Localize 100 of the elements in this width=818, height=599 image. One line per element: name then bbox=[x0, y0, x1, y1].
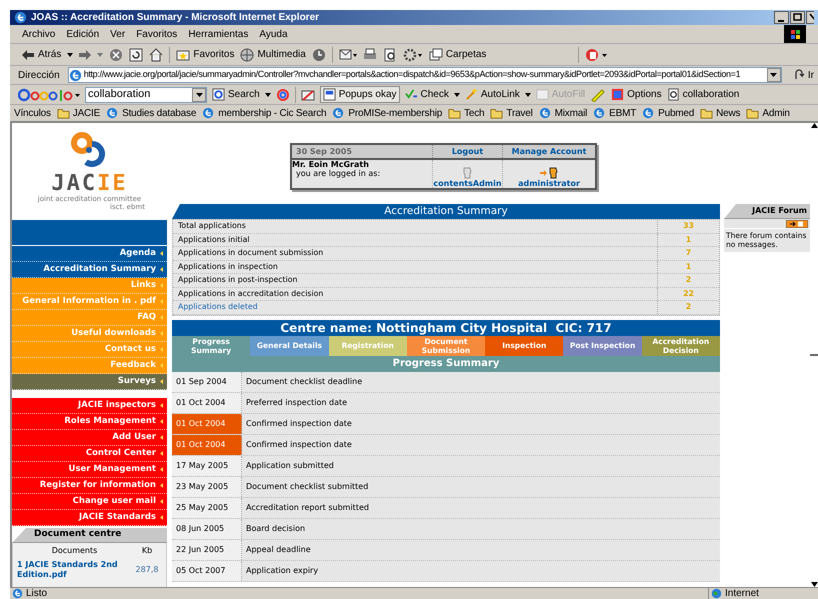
folders-icon bbox=[428, 48, 443, 62]
scroll-thumb[interactable] bbox=[810, 354, 818, 356]
toolbar-button[interactable]: Favoritos bbox=[176, 47, 234, 62]
toolbar-button[interactable]: Popups okay bbox=[320, 86, 400, 103]
document-link[interactable]: 1 JACIE Standards 2nd Edition.pdf bbox=[17, 560, 132, 580]
toolbar-button[interactable]: collaboration bbox=[666, 87, 740, 102]
table-cell-text: Appeal deadline bbox=[245, 544, 312, 556]
folder-icon bbox=[490, 107, 504, 119]
address-label: Dirección bbox=[17, 68, 61, 82]
toolbar-button[interactable]: AutoLink bbox=[464, 87, 520, 102]
print-icon[interactable] bbox=[362, 48, 377, 62]
maximize-button[interactable] bbox=[790, 11, 805, 24]
dropdown-caret-icon[interactable] bbox=[454, 92, 460, 96]
status-text: you are logged in as: bbox=[295, 169, 382, 178]
minimize-button[interactable] bbox=[774, 11, 789, 24]
bookmark-link[interactable]: News bbox=[700, 106, 740, 120]
manage-account-link[interactable]: Manage Account bbox=[502, 145, 595, 158]
sidebar-link[interactable]: Accreditation Summary bbox=[12, 262, 167, 278]
mail-icon[interactable] bbox=[338, 48, 357, 62]
table-cell-text: Confirmed inspection date bbox=[245, 438, 353, 451]
arrow-left-icon bbox=[160, 483, 163, 488]
toolbar-button[interactable]: Carpetas bbox=[428, 47, 486, 62]
bookmark-link[interactable]: EBMT bbox=[593, 106, 636, 120]
blocker-icon[interactable] bbox=[300, 88, 315, 102]
bookmark-link[interactable]: Admin bbox=[746, 106, 790, 120]
bookmark-link[interactable]: Travel bbox=[490, 106, 533, 120]
date-cell: 25 May 2005 bbox=[172, 498, 242, 518]
swirl-icon[interactable] bbox=[276, 88, 290, 102]
dropdown-button[interactable] bbox=[192, 88, 206, 102]
sidebar-link[interactable]: Change user mail bbox=[12, 494, 167, 510]
search-field[interactable]: collaboration bbox=[85, 86, 207, 102]
flag-logo-icon bbox=[784, 25, 806, 43]
highlighter-icon[interactable] bbox=[590, 88, 606, 102]
table-cell-text: 287,8 bbox=[134, 564, 160, 576]
date-cell: 01 Oct 2004 bbox=[172, 414, 242, 434]
menu-item[interactable]: Ayuda bbox=[259, 26, 288, 42]
dropdown-caret-icon[interactable] bbox=[264, 92, 271, 96]
sidebar-link[interactable]: Surveys bbox=[12, 374, 167, 390]
bookmark-link[interactable]: Tech bbox=[448, 106, 484, 120]
back-button[interactable]: Atrás bbox=[22, 47, 62, 62]
dropdown-caret-icon[interactable] bbox=[524, 92, 531, 96]
folder-icon bbox=[700, 107, 714, 119]
google-logo[interactable] bbox=[18, 88, 80, 102]
stop-icon[interactable] bbox=[109, 48, 124, 62]
page-icon bbox=[68, 68, 82, 82]
caret-icon bbox=[770, 73, 778, 77]
role-link[interactable]: administrator bbox=[502, 160, 595, 188]
bookmark-link[interactable]: Studies database bbox=[106, 106, 196, 120]
sidebar-link[interactable]: Control Center bbox=[12, 446, 167, 462]
menu-item[interactable]: Herramientas bbox=[188, 26, 248, 42]
sidebar-link[interactable]: Roles Management bbox=[12, 414, 167, 430]
user-name: Mr. Eoin McGrath bbox=[292, 160, 370, 169]
print-preview-icon[interactable] bbox=[382, 48, 397, 62]
form-icon bbox=[536, 88, 549, 101]
bookmark-link[interactable]: Pubmed bbox=[642, 106, 694, 120]
forward-arrow-icon[interactable] bbox=[79, 50, 92, 60]
menu-item[interactable]: Ver bbox=[110, 26, 126, 42]
menu-item[interactable]: Favoritos bbox=[136, 26, 178, 42]
panel-header: JACIE Forum bbox=[724, 204, 810, 219]
menu-item[interactable]: Archivo bbox=[22, 26, 56, 42]
address-field[interactable]: http://www.jacie.org/portal/jacie/summaryadmin/Controller?mvchandler=portals&action=dispatch&id=9653&pAction=show-summary&idPortlet=2093&idPortal=portal01&idSection=1 bbox=[68, 67, 782, 83]
table-cell-text: Confirmed inspection date bbox=[245, 418, 353, 430]
arrow-left-icon bbox=[160, 267, 163, 272]
person-head-icon bbox=[463, 167, 472, 179]
sidebar-link[interactable]: JACIE inspectors bbox=[12, 398, 167, 414]
date-cell: 01 Sep 2004 bbox=[172, 372, 242, 392]
dropdown-button[interactable] bbox=[766, 68, 781, 82]
sidebar-link[interactable]: Register for information bbox=[12, 478, 167, 494]
toolbar-button[interactable]: Multimedia bbox=[240, 47, 306, 62]
toolbar-button[interactable]: Options bbox=[611, 87, 662, 102]
bookmark-link[interactable]: Mixmail bbox=[538, 106, 588, 120]
star-folder-icon bbox=[176, 48, 190, 62]
menu-item[interactable]: Edición bbox=[66, 26, 100, 42]
gear-icon[interactable] bbox=[402, 48, 423, 62]
folder-icon bbox=[746, 107, 760, 119]
date-cell: 01 Oct 2004 bbox=[172, 434, 242, 454]
sidebar-link[interactable]: Agenda bbox=[12, 246, 167, 262]
centre-title: Centre name: Nottingham City Hospital CIC: 717 bbox=[172, 320, 720, 336]
history-icon[interactable] bbox=[312, 48, 326, 62]
go-button[interactable]: Ir bbox=[794, 68, 814, 82]
arrow-left-icon bbox=[160, 419, 163, 424]
logout-link[interactable]: Logout bbox=[432, 145, 502, 158]
dropdown-caret-icon[interactable] bbox=[67, 52, 74, 56]
messenger-icon[interactable] bbox=[585, 48, 610, 62]
page-icon bbox=[642, 107, 656, 119]
sidebar-link[interactable]: JACIE Standards bbox=[12, 510, 167, 526]
close-button[interactable] bbox=[806, 11, 814, 24]
bookmark-link[interactable]: ProMISe-membership bbox=[332, 106, 442, 120]
toolbar-button[interactable]: Check bbox=[404, 87, 449, 102]
bookmark-link[interactable]: JACIE bbox=[56, 106, 100, 120]
new-post-icon[interactable] bbox=[786, 220, 808, 228]
sidebar-link[interactable]: Add User bbox=[12, 430, 167, 446]
arrow-left-icon bbox=[160, 363, 163, 368]
home-icon[interactable] bbox=[149, 48, 164, 62]
sidebar-link[interactable]: User Management bbox=[12, 462, 167, 478]
refresh-icon[interactable] bbox=[129, 48, 144, 62]
role-link[interactable]: contentsAdmin bbox=[432, 160, 502, 188]
bookmark-link[interactable]: membership - Cic Search bbox=[202, 106, 326, 120]
window-title: JOAS :: Accreditation Summary - Microsoft Internet Explorer bbox=[31, 11, 320, 25]
toolbar-button[interactable]: Search bbox=[212, 87, 260, 102]
